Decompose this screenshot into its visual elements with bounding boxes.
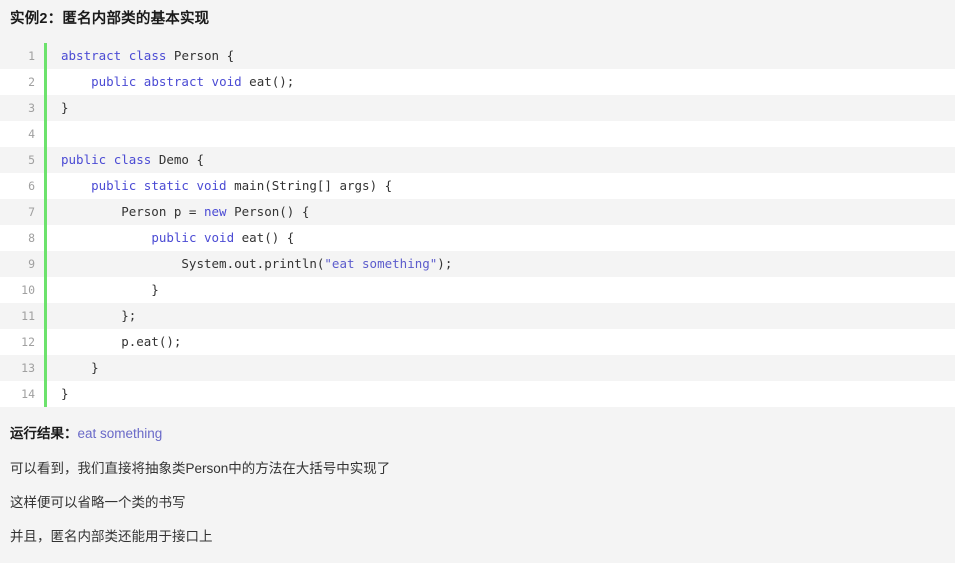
code-row: 1 abstract class Person { [0,43,955,69]
code-token-kw: public [61,152,107,167]
code-line: public static void main(String[] args) { [47,173,955,199]
code-line: } [47,381,955,407]
page-title: 实例2：匿名内部类的基本实现 [10,11,210,27]
code-token-pl: System.out.println( [61,256,325,271]
line-number: 4 [28,127,35,141]
code-token-kw: void [211,74,242,89]
line-number: 9 [28,257,35,271]
code-token-pl: ); [437,256,453,271]
run-result-label: 运行结果： [10,426,78,441]
code-token-pl: Person { [166,48,235,63]
code-line: abstract class Person { [47,43,955,69]
code-token-pl: eat(); [241,74,295,89]
code-row: 10 } [0,277,955,303]
code-row: 5 public class Demo { [0,147,955,173]
run-result-line: 运行结果：eat something [0,407,955,445]
code-token-pl: eat() { [234,230,295,245]
code-token-pl: Person p = [61,204,204,219]
code-line: System.out.println("eat something"); [47,251,955,277]
code-line: p.eat(); [47,329,955,355]
code-token-pl: } [61,100,69,115]
code-line: Person p = new Person() { [47,199,955,225]
code-token-pl: main(String[] args) { [226,178,393,193]
code-token-pl: } [61,386,69,401]
code-token-str: "eat something" [324,256,438,271]
code-line: } [47,277,955,303]
code-token-kw: static [143,178,189,193]
line-number: 5 [28,153,35,167]
code-token-pl: } [61,360,99,375]
paragraph-2: 这样便可以省略一个类的书写 [10,495,186,510]
code-row: 14} [0,381,955,407]
code-line: } [47,95,955,121]
code-row: 11 }; [0,303,955,329]
code-token-pl: p.eat(); [61,334,182,349]
code-block[interactable]: 1 abstract class Person {2 public abstrac… [0,43,955,407]
code-token-kw: class [113,152,152,167]
run-result-value: eat something [77,426,163,441]
paragraph-3: 并且，匿名内部类还能用于接口上 [10,529,213,544]
code-row: 13 } [0,355,955,381]
line-number: 2 [28,75,35,89]
code-row: 8 public void eat() { [0,225,955,251]
code-token-pl: Demo { [151,152,205,167]
line-number: 1 [28,49,35,63]
line-number: 11 [21,309,35,323]
code-row: 6 public static void main(String[] args)… [0,173,955,199]
code-token-pl: } [61,282,159,297]
code-row: 3} [0,95,955,121]
line-number: 3 [28,101,35,115]
code-token-kw: void [196,178,227,193]
code-token-pl: }; [61,308,137,323]
code-token-kw: public [91,74,137,89]
code-token-kw: new [204,204,227,219]
line-number: 13 [21,361,35,375]
line-number: 12 [21,335,35,349]
code-line: public abstract void eat(); [47,69,955,95]
code-token-kw: public [91,178,137,193]
code-line: public void eat() { [47,225,955,251]
code-token-kw: class [128,48,167,63]
code-token-kw: public [151,230,197,245]
line-number: 10 [21,283,35,297]
code-line: }; [47,303,955,329]
code-row: 9 System.out.println("eat something"); [0,251,955,277]
code-token-pl: Person() { [226,204,310,219]
code-token-kw: abstract [61,48,122,63]
code-row: 4 [0,121,955,147]
paragraph-1: 可以看到，我们直接将抽象类Person中的方法在大括号中实现了 [10,461,391,476]
code-line: public class Demo { [47,147,955,173]
line-number: 8 [28,231,35,245]
code-row: 12 p.eat(); [0,329,955,355]
code-token-kw: abstract [143,74,205,89]
code-row: 2 public abstract void eat(); [0,69,955,95]
code-token-kw: void [204,230,235,245]
article-body: 实例2：匿名内部类的基本实现 1 abstract class Person {2… [0,0,955,547]
line-number: 7 [28,205,35,219]
code-row: 7 Person p = new Person() { [0,199,955,225]
code-line: } [47,355,955,381]
line-number: 6 [28,179,35,193]
line-number: 14 [21,387,35,401]
